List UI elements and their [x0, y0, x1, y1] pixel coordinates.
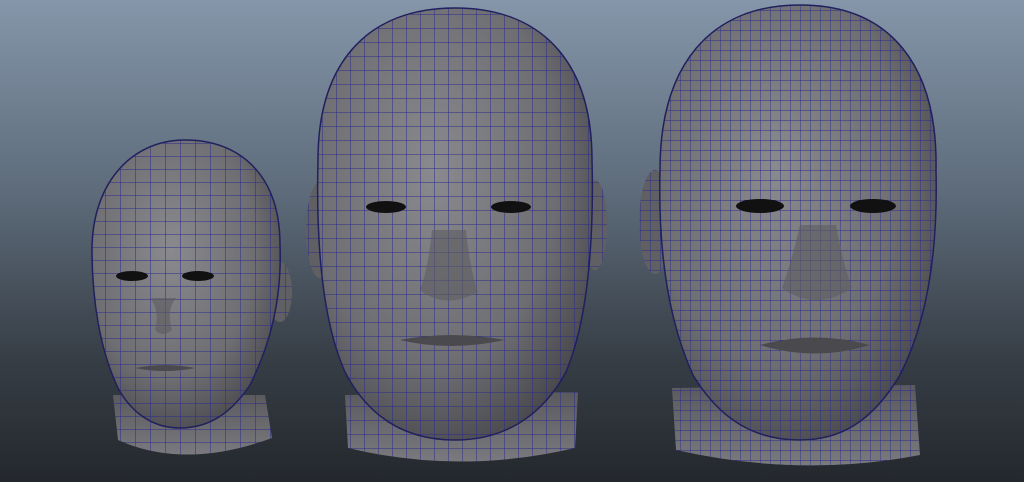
head-model-medium[interactable]: [306, 7, 607, 462]
right-eye: [850, 199, 896, 213]
left-eye: [736, 199, 784, 213]
viewport-scene[interactable]: [0, 0, 1024, 482]
maya-viewport[interactable]: [0, 0, 1024, 482]
left-eye: [116, 271, 148, 281]
right-eye: [182, 271, 214, 281]
left-eye: [366, 201, 406, 213]
right-eye: [491, 201, 531, 213]
head-model-high[interactable]: [639, 4, 937, 466]
head-model-low[interactable]: [91, 139, 292, 455]
